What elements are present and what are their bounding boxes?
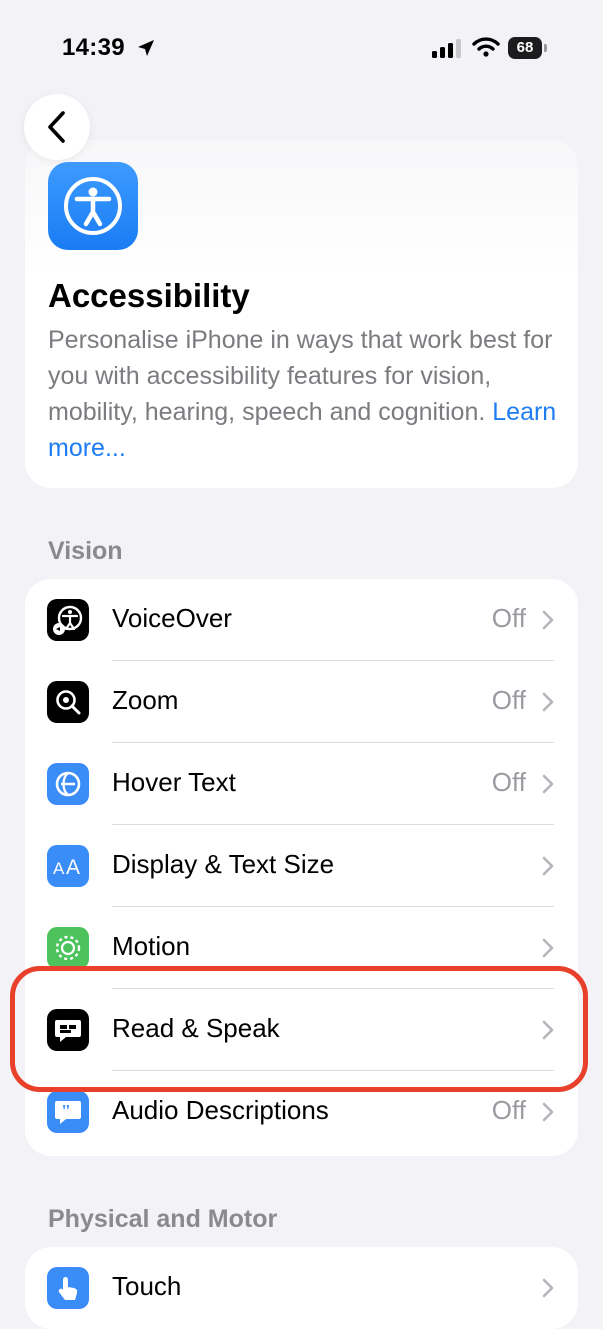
row-zoom[interactable]: Zoom Off <box>25 661 578 743</box>
chevron-right-icon <box>542 938 554 958</box>
row-label: VoiceOver <box>112 603 232 633</box>
highlight-annotation <box>10 966 588 1092</box>
row-value: Off <box>491 685 526 715</box>
chevron-right-icon <box>542 692 554 712</box>
row-label: Zoom <box>112 685 179 715</box>
row-hover-text[interactable]: Hover Text Off <box>25 743 578 825</box>
chevron-right-icon <box>542 1278 554 1298</box>
row-display-text-size[interactable]: AA Display & Text Size <box>25 825 578 907</box>
accessibility-app-icon <box>48 162 138 250</box>
battery-nub <box>544 44 547 52</box>
status-time: 14:39 <box>62 34 125 61</box>
row-label: Audio Descriptions <box>112 1095 329 1125</box>
status-bar: 14:39 68 <box>0 0 603 96</box>
wifi-icon <box>472 37 500 57</box>
row-label: Display & Text Size <box>112 849 335 879</box>
row-label: Hover Text <box>112 767 236 797</box>
section-title-physical-motor: Physical and Motor <box>48 1205 278 1233</box>
chevron-right-icon <box>542 856 554 876</box>
row-label: Motion <box>112 931 191 961</box>
voiceover-icon <box>47 599 89 641</box>
hover-text-icon <box>47 763 89 805</box>
row-touch[interactable]: Touch <box>25 1247 578 1329</box>
row-value: Off <box>491 603 526 633</box>
text-size-icon: AA <box>47 845 89 887</box>
row-label: Touch <box>112 1271 182 1301</box>
accessibility-person-icon <box>64 177 122 235</box>
cellular-signal-icon <box>432 39 461 58</box>
touch-hand-icon <box>47 1267 89 1309</box>
row-value: Off <box>491 767 526 797</box>
svg-text:": " <box>61 1101 71 1121</box>
chevron-right-icon <box>542 774 554 794</box>
location-arrow-icon <box>138 40 154 56</box>
svg-text:A: A <box>66 856 80 879</box>
svg-text:A: A <box>53 859 65 878</box>
row-value: Off <box>491 1095 526 1125</box>
quote-bubble-icon: " <box>47 1091 89 1133</box>
accessibility-header-card: Accessibility Personalise iPhone in ways… <box>25 140 578 488</box>
zoom-icon <box>47 681 89 723</box>
description-text: Personalise iPhone in ways that work bes… <box>48 326 553 426</box>
motion-icon <box>47 927 89 969</box>
back-button[interactable] <box>24 94 90 160</box>
section-title-vision: Vision <box>48 537 123 565</box>
page-title: Accessibility <box>48 277 250 314</box>
row-voiceover[interactable]: VoiceOver Off <box>25 579 578 661</box>
chevron-right-icon <box>542 610 554 630</box>
physical-group: Touch <box>25 1247 578 1329</box>
chevron-right-icon <box>542 1102 554 1122</box>
battery-level: 68 <box>508 37 542 59</box>
chevron-left-icon <box>48 111 65 143</box>
page-description: Personalise iPhone in ways that work bes… <box>48 322 568 466</box>
